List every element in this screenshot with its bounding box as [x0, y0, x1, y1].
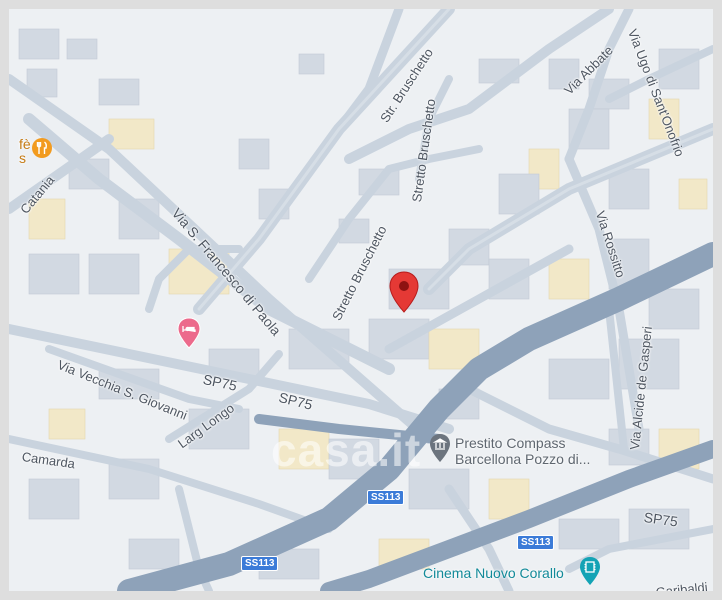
bank-label-line1: Prestito Compass — [455, 435, 566, 451]
watermark-logo: casa.it — [271, 424, 422, 476]
bank-icon[interactable] — [429, 433, 451, 463]
location-pin-icon[interactable] — [389, 271, 419, 313]
map-frame[interactable]: Via Ugo di Sant'Onofrio Via Abbate Str. … — [0, 0, 722, 600]
route-shield-ss113-2: SS113 — [517, 535, 555, 550]
map-canvas[interactable] — [9, 9, 713, 591]
restaurant-icon[interactable] — [31, 137, 53, 159]
route-shield-ss113-1: SS113 — [367, 490, 405, 505]
cinema-label[interactable]: Cinema Nuovo Corallo — [423, 565, 564, 581]
cinema-icon[interactable] — [579, 556, 601, 586]
bank-label[interactable]: Prestito Compass Barcellona Pozzo di... — [455, 435, 590, 467]
hotel-icon[interactable] — [177, 317, 201, 349]
route-shield-ss113-3: SS113 — [241, 556, 279, 571]
bank-label-line2: Barcellona Pozzo di... — [455, 451, 591, 467]
cafe-label-fragment: fè s — [19, 137, 31, 165]
cafe-label-line2: s — [19, 150, 26, 166]
